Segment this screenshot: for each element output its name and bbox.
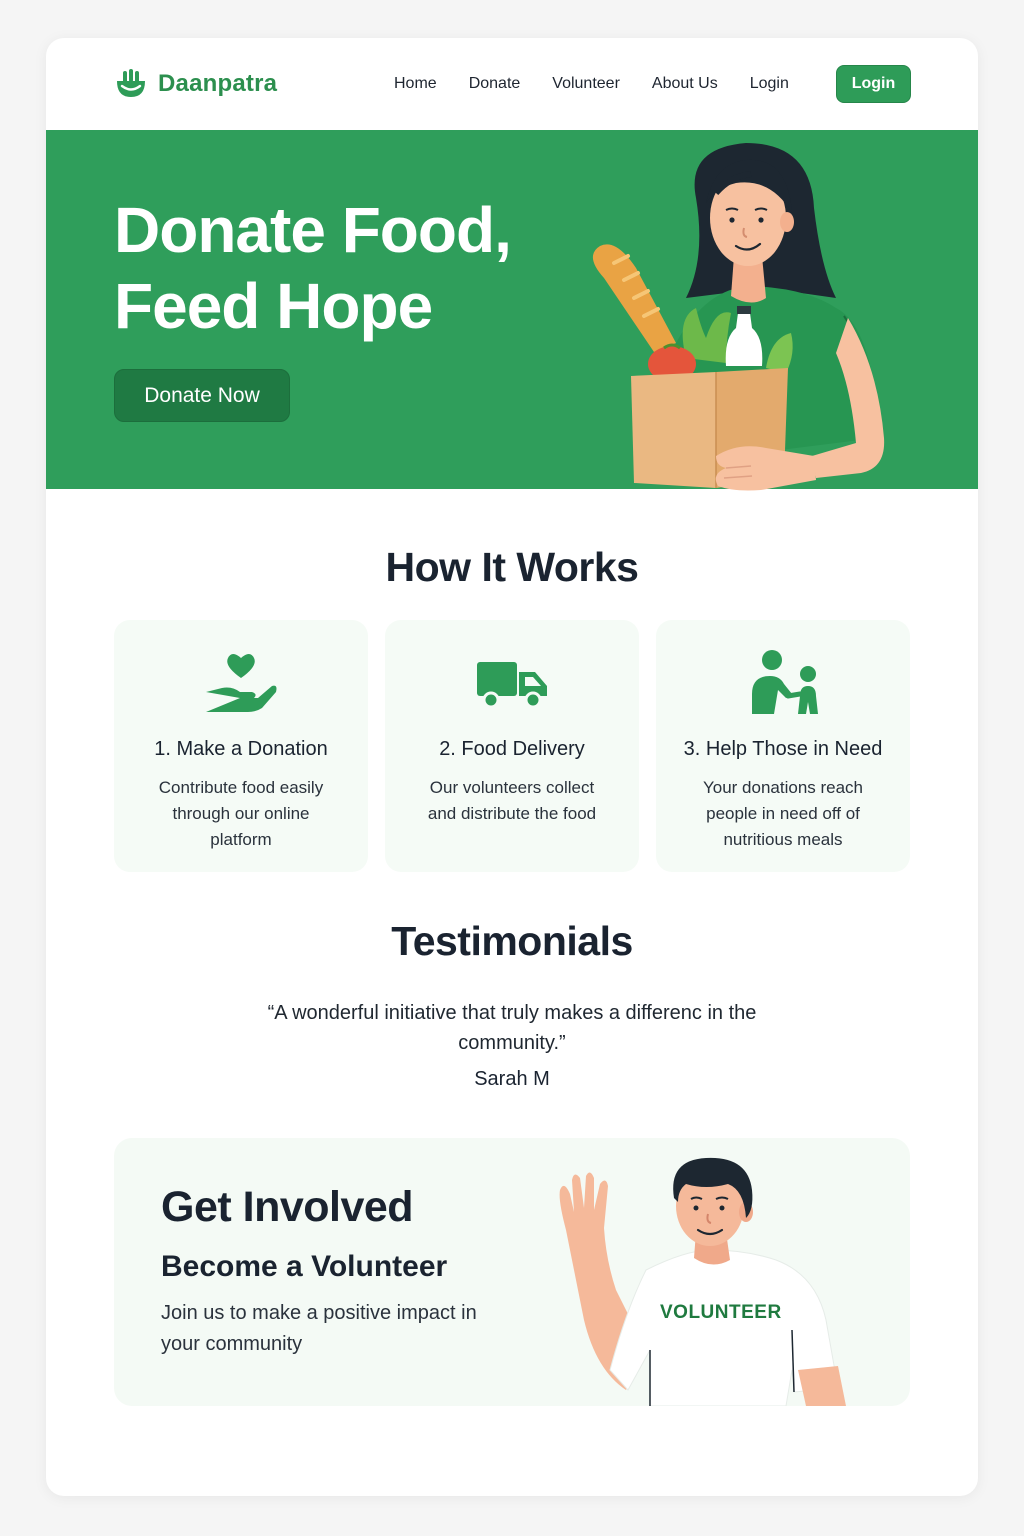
step-description: Our volunteers collect and distribute th… [427,778,597,823]
woman-with-grocery-bag-illustration [592,143,885,491]
page-card: Daanpatra Home Donate Volunteer About Us… [46,38,978,1496]
brand-name: Daanpatra [158,70,278,97]
login-button[interactable]: Login [836,65,911,103]
nav-link-donate[interactable]: Donate [469,72,521,96]
get-involved-title: Get Involved [161,1183,414,1231]
top-nav: Daanpatra Home Donate Volunteer About Us… [46,38,978,130]
testimonial-quote: “A wonderful initiative that truly makes… [267,1002,757,1054]
volunteer-shirt-label: VOLUNTEER [660,1302,782,1323]
nav-link-about[interactable]: About Us [652,72,718,96]
step-card-delivery: 2. Food Delivery Our volunteers collect … [385,620,639,872]
volunteer-description: Join us to make a positive impact in you… [161,1302,477,1355]
brand-logo[interactable]: Daanpatra [114,66,277,102]
hero-banner: Donate Food, Feed Hope Donate Now [46,130,978,491]
donate-now-button[interactable]: Donate Now [114,369,290,422]
hand-bowl-icon [117,69,145,97]
hero-title-line1: Donate Food, [114,194,512,266]
steps-list: 1. Make a Donation Contribute food easil… [114,620,910,872]
step-title: 1. Make a Donation [154,738,328,760]
nav-link-login[interactable]: Login [750,72,789,96]
heart-hand-icon [206,654,277,712]
how-it-works-title: How It Works [385,544,639,590]
step-description: Your donations reach people in need off … [702,778,864,849]
nav-link-home[interactable]: Home [394,72,437,96]
volunteer-subtitle: Become a Volunteer [161,1250,448,1283]
hero-title-line2: Feed Hope [114,270,433,342]
nav-link-volunteer[interactable]: Volunteer [552,72,620,96]
step-title: 2. Food Delivery [439,738,585,760]
truck-icon [477,662,547,709]
hero-title: Donate Food, Feed Hope [114,192,584,344]
step-description: Contribute food easily through our onlin… [158,778,324,849]
waving-volunteer-illustration [559,1157,846,1406]
step-title: 3. Help Those in Need [683,738,883,760]
testimonial-author: Sarah M [474,1068,550,1090]
testimonials-title: Testimonials [391,918,633,964]
step-card-help: 3. Help Those in Need Your donations rea… [656,620,910,872]
step-card-donation: 1. Make a Donation Contribute food easil… [114,620,368,872]
nav-links: Home Donate Volunteer About Us Login [394,72,821,96]
people-helping-icon [752,650,818,714]
